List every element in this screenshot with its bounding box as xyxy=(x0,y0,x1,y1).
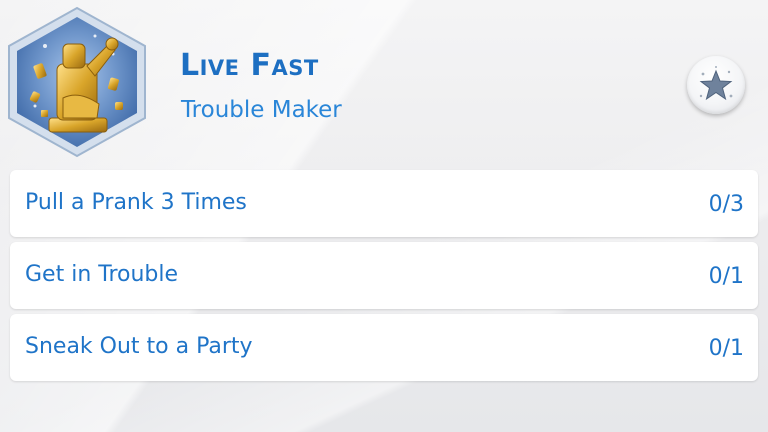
star-icon xyxy=(699,66,733,101)
task-label: Get in Trouble xyxy=(25,262,179,287)
task-progress: 0/1 xyxy=(708,336,744,361)
task-row[interactable]: Get in Trouble 0/1 xyxy=(10,242,758,309)
aspiration-subtitle: Trouble Maker xyxy=(181,97,342,123)
aspiration-header: Live Fast Trouble Maker xyxy=(0,0,768,165)
trouble-maker-trophy-icon xyxy=(8,6,146,158)
aspiration-title: Live Fast xyxy=(180,48,319,83)
task-label: Pull a Prank 3 Times xyxy=(25,190,247,215)
task-row[interactable]: Pull a Prank 3 Times 0/3 xyxy=(10,170,758,237)
task-list: Pull a Prank 3 Times 0/3 Get in Trouble … xyxy=(10,170,758,386)
aspiration-badge xyxy=(5,6,150,158)
task-progress: 0/1 xyxy=(708,264,744,289)
star-button[interactable] xyxy=(687,56,745,114)
task-progress: 0/3 xyxy=(708,192,744,217)
task-row[interactable]: Sneak Out to a Party 0/1 xyxy=(10,314,758,381)
task-label: Sneak Out to a Party xyxy=(25,334,253,359)
